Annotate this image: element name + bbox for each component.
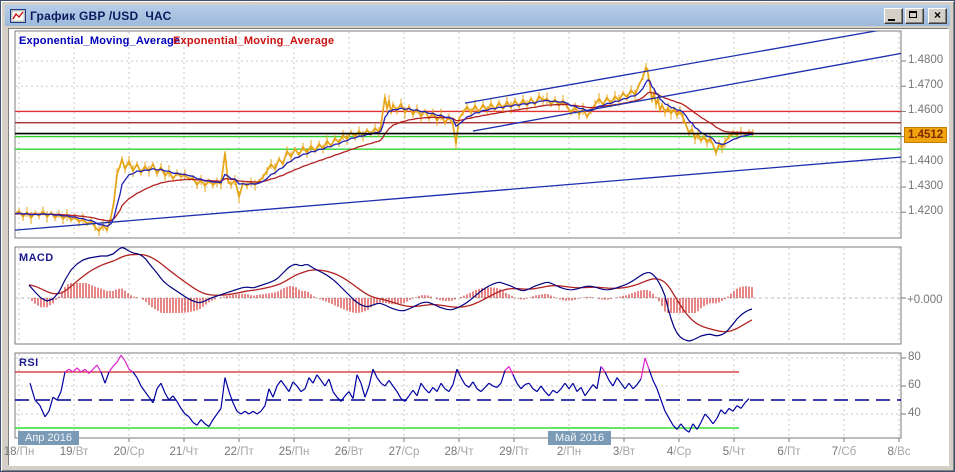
date-axis-tick: 5/Чт <box>722 446 746 458</box>
ema-fast-legend: Exponential_Moving_Average <box>19 35 181 47</box>
price-axis-tick: 1.4200 <box>908 205 944 218</box>
date-axis-tick: 29/Пт <box>499 446 529 458</box>
date-axis-tick: 21/Чт <box>169 446 199 458</box>
date-axis-tick: 2/Пн <box>556 446 582 458</box>
date-axis-tick: 6/Пт <box>777 446 801 458</box>
price-axis-tick: 1.4400 <box>908 154 944 167</box>
ema-slow-legend: Exponential_Moving_Average <box>173 35 335 47</box>
date-axis-tick: 4/Ср <box>666 446 692 458</box>
date-axis-tick: 26/Вт <box>334 446 364 458</box>
date-axis-tick: 8/Вс <box>887 446 911 458</box>
date-axis-tick: 18/Пн <box>3 446 35 458</box>
price-axis-tick: 1.4300 <box>908 180 944 192</box>
date-axis-tick: 22/Пт <box>224 446 254 458</box>
date-axis-tick: 25/Пн <box>278 446 310 458</box>
rsi-panel-label: RSI <box>19 357 39 369</box>
month-badge-april: Апр 2016 <box>18 431 79 445</box>
price-axis-tick: 1.4700 <box>908 79 944 92</box>
price-axis-tick: 1.4800 <box>908 54 944 66</box>
macd-panel-label: MACD <box>19 252 54 264</box>
rsi-axis-tick: 60 <box>908 379 921 391</box>
date-axis-tick: 19/Вт <box>59 446 89 458</box>
price-axis-tick: 1.4600 <box>908 104 944 117</box>
current-price-badge: 1.4512 <box>904 127 948 143</box>
date-axis-tick: 28/Чт <box>444 446 474 458</box>
month-badge-may: Май 2016 <box>548 431 612 445</box>
rsi-axis-tick: 40 <box>908 407 921 419</box>
macd-zero-axis-label: +0.000 <box>907 294 943 306</box>
date-axis-tick: 7/Сб <box>831 446 857 458</box>
chart-window: График GBP /USD ЧАС × Exponential_Moving… <box>0 0 955 472</box>
date-axis-tick: 20/Ср <box>113 446 145 458</box>
date-axis-tick: 3/Вт <box>612 446 636 458</box>
chart-canvas[interactable] <box>1 1 955 472</box>
date-axis-tick: 27/Ср <box>388 446 420 458</box>
rsi-axis-tick: 80 <box>908 351 921 363</box>
